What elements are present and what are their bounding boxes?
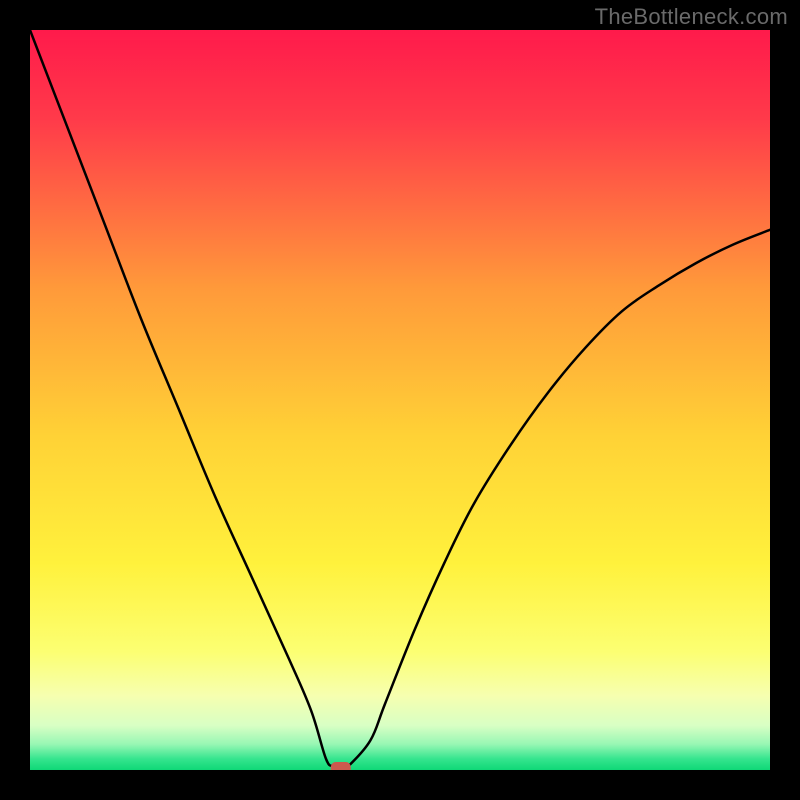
gradient-background xyxy=(30,30,770,770)
plot-area xyxy=(30,30,770,770)
chart-frame: TheBottleneck.com xyxy=(0,0,800,800)
watermark-text: TheBottleneck.com xyxy=(595,4,788,30)
plot-svg xyxy=(30,30,770,770)
optimal-marker xyxy=(331,762,351,770)
